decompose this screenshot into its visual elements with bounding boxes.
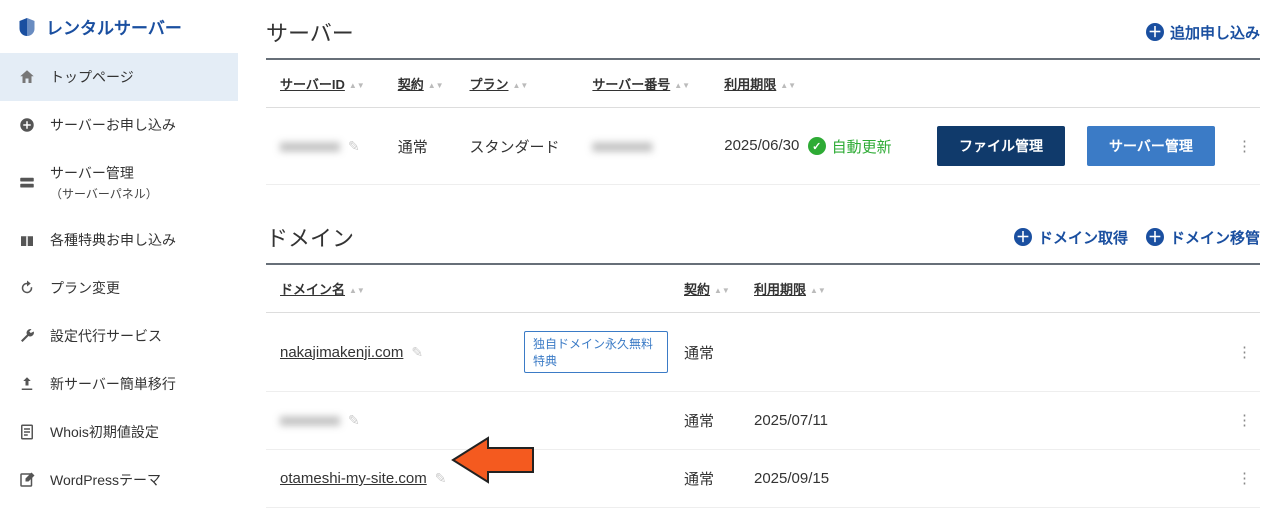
file-manage-button[interactable]: ファイル管理 <box>937 126 1065 166</box>
domains-header: ドメイン ＋ ドメイン取得 ＋ ドメイン移管 <box>266 221 1260 253</box>
cell-expiry: 2025/09/15 <box>746 450 1229 508</box>
sidebar-item-1[interactable]: サーバーお申し込み <box>0 101 238 149</box>
note-icon <box>18 423 36 441</box>
domain-name-link[interactable]: otameshi-my-site.com <box>280 470 427 487</box>
kebab-menu[interactable]: ⋮ <box>1229 450 1260 508</box>
sidebar-item-8[interactable]: WordPressテーマ <box>0 456 238 504</box>
sort-icon: ▲▼ <box>512 83 528 88</box>
wrench-icon <box>18 327 36 345</box>
check-icon: ✓ <box>808 137 826 155</box>
server-id-masked: xxxxxxxx <box>280 138 340 155</box>
cell-contract: 通常 <box>676 392 746 450</box>
sidebar: レンタルサーバー トップページ サーバーお申し込み サーバー管理（サーバーパネル… <box>0 0 238 511</box>
kebab-menu[interactable]: ⋮ <box>1229 392 1260 450</box>
server-number-masked: xxxxxxxx <box>592 138 652 155</box>
domain-row: nakajimakenji.com ✎ 独自ドメイン永久無料特典 通常 ⋮ <box>266 313 1260 392</box>
sidebar-item-3[interactable]: 各種特典お申し込み <box>0 216 238 264</box>
sidebar-item-4[interactable]: プラン変更 <box>0 264 238 312</box>
col-domain-expiry[interactable]: 利用期限▲▼ <box>746 264 1229 313</box>
cell-contract: 通常 <box>390 108 462 185</box>
col-expiry[interactable]: 利用期限▲▼ <box>716 59 929 108</box>
sidebar-item-label: サーバーお申し込み <box>50 115 176 135</box>
plus-icon: ＋ <box>1146 23 1164 41</box>
brand: レンタルサーバー <box>0 0 238 53</box>
sidebar-item-label: 設定代行サービス <box>50 326 162 346</box>
add-server-label: 追加申し込み <box>1170 22 1260 43</box>
domain-name-link[interactable]: nakajimakenji.com <box>280 344 403 361</box>
kebab-menu[interactable]: ⋮ <box>1229 108 1260 185</box>
sort-icon: ▲▼ <box>714 288 730 293</box>
cell-expiry <box>746 313 1229 392</box>
domain-row: otameshi-my-site.com ✎ 通常 2025/09/15 ⋮ <box>266 450 1260 508</box>
col-contract[interactable]: 契約▲▼ <box>390 59 462 108</box>
sort-icon: ▲▼ <box>780 83 796 88</box>
cell-plan: スタンダード <box>461 108 584 185</box>
domains-title: ドメイン <box>266 221 354 253</box>
plus-icon: ＋ <box>1146 228 1164 246</box>
servers-table: サーバーID▲▼ 契約▲▼ プラン▲▼ サーバー番号▲▼ 利用期限▲▼ xxxx… <box>266 58 1260 185</box>
brand-title: レンタルサーバー <box>46 14 182 39</box>
sort-icon: ▲▼ <box>349 83 365 88</box>
server-manage-button[interactable]: サーバー管理 <box>1087 126 1215 166</box>
sidebar-item-5[interactable]: 設定代行サービス <box>0 312 238 360</box>
col-domain-contract[interactable]: 契約▲▼ <box>676 264 746 313</box>
sidebar-item-label: WordPressテーマ <box>50 470 161 490</box>
gift-icon <box>18 231 36 249</box>
pencil-icon[interactable]: ✎ <box>435 470 447 487</box>
nav-list: トップページ サーバーお申し込み サーバー管理（サーバーパネル） 各種特典お申し… <box>0 53 238 504</box>
domain-transfer-label: ドメイン移管 <box>1170 227 1260 248</box>
sidebar-item-label: サーバー管理（サーバーパネル） <box>50 163 158 202</box>
sort-icon: ▲▼ <box>674 83 690 88</box>
plus-icon: ＋ <box>1014 228 1032 246</box>
cell-contract: 通常 <box>676 450 746 508</box>
pencil-icon[interactable]: ✎ <box>411 344 423 361</box>
servers-header: サーバー ＋ 追加申し込み <box>266 16 1260 48</box>
servers-title: サーバー <box>266 16 354 48</box>
domain-transfer-button[interactable]: ＋ ドメイン移管 <box>1146 227 1260 248</box>
home-icon <box>18 68 36 86</box>
main-content: サーバー ＋ 追加申し込み サーバーID▲▼ 契約▲▼ プラン▲▼ サーバー番号… <box>238 0 1288 511</box>
upload-icon <box>18 375 36 393</box>
domain-get-label: ドメイン取得 <box>1038 227 1128 248</box>
col-plan[interactable]: プラン▲▼ <box>461 59 584 108</box>
plus-circle-icon <box>18 116 36 134</box>
cell-expiry: 2025/06/30 ✓自動更新 <box>716 108 929 185</box>
col-server-id[interactable]: サーバーID▲▼ <box>266 59 390 108</box>
sidebar-item-label: プラン変更 <box>50 278 120 298</box>
sidebar-item-2[interactable]: サーバー管理（サーバーパネル） <box>0 149 238 216</box>
sidebar-item-7[interactable]: Whois初期値設定 <box>0 408 238 456</box>
free-domain-badge: 独自ドメイン永久無料特典 <box>524 331 668 373</box>
sidebar-item-label: 新サーバー簡単移行 <box>50 374 176 394</box>
sidebar-item-0[interactable]: トップページ <box>0 53 238 101</box>
col-domain-name[interactable]: ドメイン名▲▼ <box>266 264 516 313</box>
server-row: xxxxxxxx ✎ 通常 スタンダード xxxxxxxx 2025/06/30 … <box>266 108 1260 185</box>
sort-icon: ▲▼ <box>349 288 365 293</box>
domain-get-button[interactable]: ＋ ドメイン取得 <box>1014 227 1128 248</box>
add-server-button[interactable]: ＋ 追加申し込み <box>1146 22 1260 43</box>
pencil-icon[interactable]: ✎ <box>348 138 360 155</box>
sidebar-item-label: トップページ <box>50 67 134 87</box>
status-badge: ✓自動更新 <box>808 136 892 157</box>
kebab-menu[interactable]: ⋮ <box>1229 313 1260 392</box>
sidebar-item-label: Whois初期値設定 <box>50 422 159 442</box>
sidebar-item-label: 各種特典お申し込み <box>50 230 176 250</box>
edit-icon <box>18 471 36 489</box>
sidebar-item-6[interactable]: 新サーバー簡単移行 <box>0 360 238 408</box>
domain-row: xxxxxxxx ✎ 通常 2025/07/11 ⋮ <box>266 392 1260 450</box>
brand-icon <box>18 16 36 38</box>
server-icon <box>18 174 36 192</box>
cell-contract: 通常 <box>676 313 746 392</box>
cell-expiry: 2025/07/11 <box>746 392 1229 450</box>
pencil-icon[interactable]: ✎ <box>348 412 360 429</box>
sort-icon: ▲▼ <box>428 83 444 88</box>
domains-table: ドメイン名▲▼ 契約▲▼ 利用期限▲▼ nakajimakenji.com ✎ 独… <box>266 263 1260 508</box>
sort-icon: ▲▼ <box>810 288 826 293</box>
domain-name-masked: xxxxxxxx <box>280 412 340 429</box>
col-server-number[interactable]: サーバー番号▲▼ <box>584 59 716 108</box>
refresh-icon <box>18 279 36 297</box>
